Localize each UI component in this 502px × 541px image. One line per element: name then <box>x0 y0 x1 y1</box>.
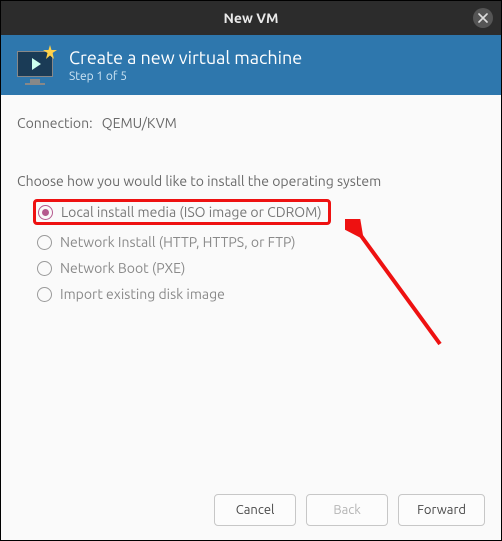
cancel-button[interactable]: Cancel <box>214 494 296 526</box>
vm-create-icon <box>15 47 55 83</box>
install-prompt: Choose how you would like to install the… <box>17 173 485 189</box>
forward-button[interactable]: Forward <box>398 494 485 526</box>
radio-icon <box>37 235 52 250</box>
content-area: Connection: QEMU/KVM Choose how you woul… <box>1 95 501 307</box>
radio-label: Network Install (HTTP, HTTPS, or FTP) <box>60 234 296 250</box>
connection-value: QEMU/KVM <box>102 115 177 131</box>
header-text: Create a new virtual machine Step 1 of 5 <box>69 48 302 83</box>
radio-icon <box>38 205 53 220</box>
radio-icon <box>37 287 52 302</box>
wizard-step: Step 1 of 5 <box>69 70 302 83</box>
radio-label: Import existing disk image <box>60 286 225 302</box>
connection-label: Connection: <box>17 115 93 131</box>
dialog-window: New VM Create a new virtual machine Step… <box>0 0 502 541</box>
annotation-highlight: Local install media (ISO image or CDROM) <box>33 199 331 225</box>
radio-icon <box>37 261 52 276</box>
radio-import-disk[interactable]: Import existing disk image <box>33 281 485 307</box>
radio-local-media[interactable]: Local install media (ISO image or CDROM) <box>33 199 485 225</box>
install-options: Local install media (ISO image or CDROM)… <box>17 199 485 307</box>
wizard-title: Create a new virtual machine <box>69 48 302 68</box>
radio-network-install[interactable]: Network Install (HTTP, HTTPS, or FTP) <box>33 229 485 255</box>
back-button[interactable]: Back <box>306 494 388 526</box>
title-bar: New VM <box>1 1 501 35</box>
close-button[interactable] <box>473 8 493 28</box>
wizard-header: Create a new virtual machine Step 1 of 5 <box>1 35 501 95</box>
radio-label: Local install media (ISO image or CDROM) <box>61 204 322 220</box>
dialog-footer: Cancel Back Forward <box>214 494 485 526</box>
window-title: New VM <box>223 10 278 26</box>
radio-label: Network Boot (PXE) <box>60 260 185 276</box>
close-icon <box>478 13 488 23</box>
radio-network-boot[interactable]: Network Boot (PXE) <box>33 255 485 281</box>
connection-row: Connection: QEMU/KVM <box>17 115 485 131</box>
